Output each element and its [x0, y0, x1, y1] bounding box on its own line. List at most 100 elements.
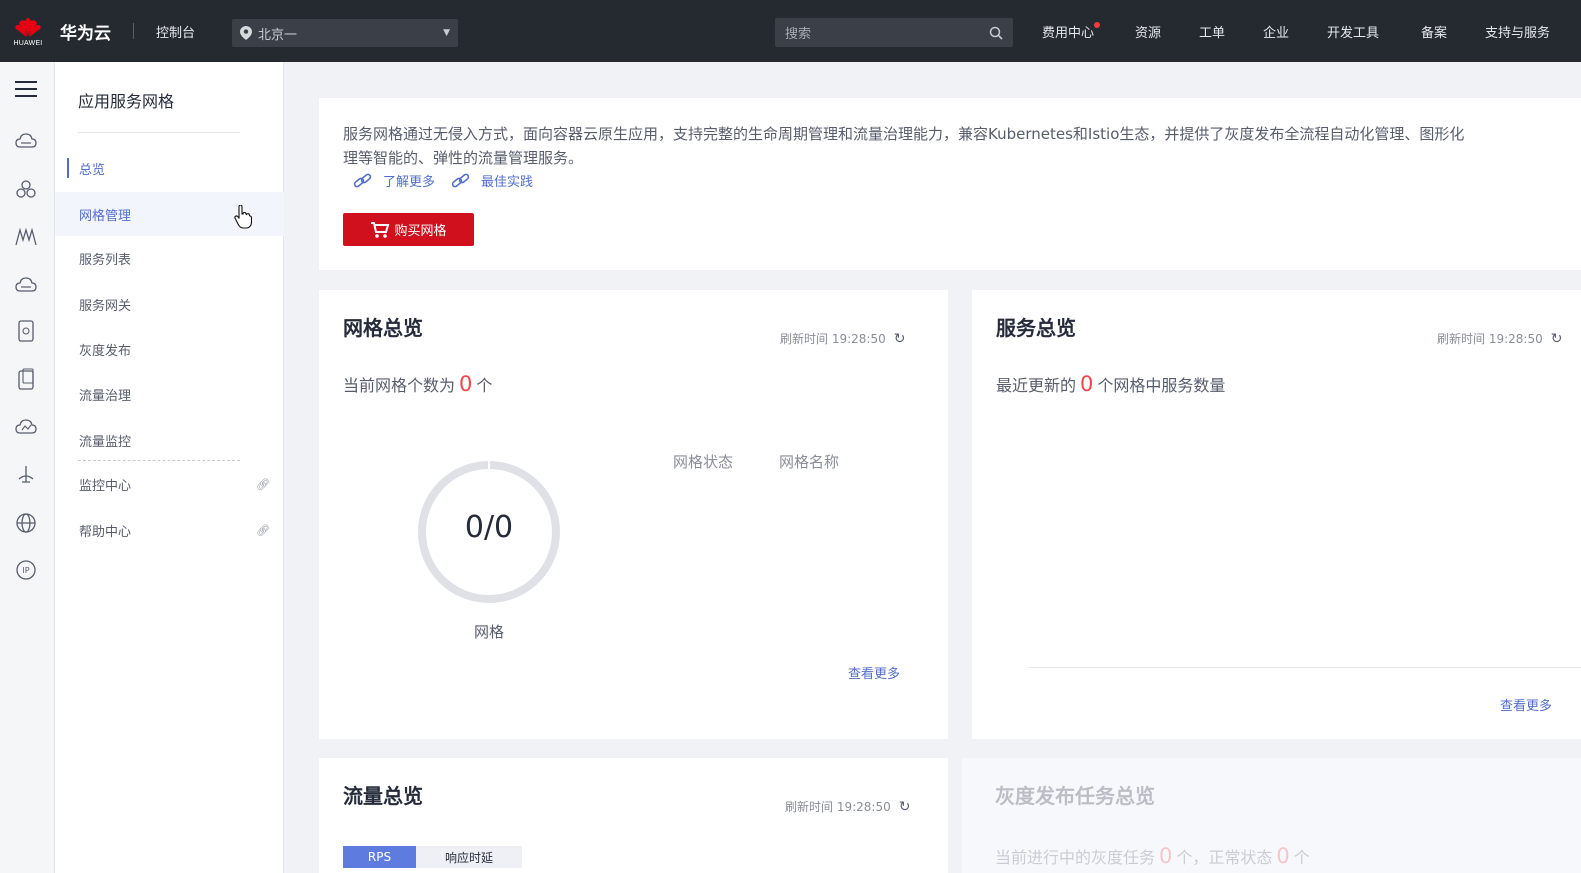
refresh-time: 刷新时间 19:28:50 [785, 800, 891, 814]
buy-mesh-label: 购买网格 [394, 224, 447, 239]
sidebar-item-label: 流量治理 [79, 388, 132, 404]
tab-latency[interactable]: 响应时延 [416, 846, 522, 868]
region-select[interactable]: 北京一 ▼ [232, 19, 458, 47]
refresh-icon[interactable]: ↻ [894, 331, 906, 347]
sidebar-item-service-list[interactable]: 服务列表 [55, 236, 284, 280]
donut-label: 网格 [473, 623, 504, 641]
menu-icon[interactable] [15, 78, 37, 100]
cloud-server-icon[interactable] [15, 130, 37, 152]
sidebar-item-label: 灰度发布 [79, 343, 132, 359]
gray-normal-suffix: 个 [1293, 848, 1310, 867]
sidebar-item-label: 监控中心 [79, 478, 132, 494]
notification-dot [1094, 22, 1101, 28]
huawei-logo[interactable]: HUAWEI [0, 0, 56, 62]
nav-tickets[interactable]: 工单 [1199, 0, 1225, 62]
service-overview-title: 服务总览 [996, 316, 1076, 340]
refresh-icon[interactable]: ↻ [1551, 331, 1563, 347]
console-link[interactable]: 控制台 [156, 22, 195, 41]
refresh-icon[interactable]: ↻ [899, 799, 911, 815]
service-icon-rail: IP [0, 62, 55, 873]
sidebar-item-label: 总览 [79, 162, 106, 178]
search-placeholder: 搜索 [785, 27, 812, 42]
gray-normal-count: 0 [1276, 844, 1290, 868]
microservice-icon[interactable] [15, 226, 37, 248]
mesh-refresh: 刷新时间 19:28:50 ↻ [780, 330, 905, 347]
region-value: 北京一 [258, 27, 298, 43]
buy-mesh-button[interactable]: 购买网格 [343, 213, 474, 246]
link-icon [451, 173, 470, 187]
divider [78, 132, 240, 133]
sidebar-item-traffic-governance[interactable]: 流量治理 [55, 372, 284, 416]
divider [133, 23, 134, 39]
nav-billing-label: 费用中心 [1042, 25, 1095, 41]
view-more-link[interactable]: 查看更多 [848, 663, 900, 682]
chart-baseline [1029, 667, 1581, 668]
sidebar-item-label: 流量监控 [79, 434, 132, 450]
deploy-icon[interactable] [15, 464, 37, 486]
intro-links: 了解更多 最佳实践 [353, 171, 549, 190]
learn-more-link[interactable]: 了解更多 [353, 171, 435, 190]
sidebar-title: 应用服务网格 [78, 92, 175, 111]
cart-icon [371, 221, 390, 238]
external-link-icon: 🔗︎ [256, 477, 270, 491]
search-input[interactable]: 搜索 [775, 18, 1013, 47]
container-icon[interactable] [15, 178, 37, 200]
sidebar-item-overview[interactable]: 总览 [55, 146, 284, 190]
sidebar-item-help-center[interactable]: 帮助中心 🔗︎ [55, 508, 284, 552]
donut-value: 0/0 [464, 510, 514, 545]
sidebar-item-service-gateway[interactable]: 服务网关 [55, 282, 284, 326]
gray-release-overview-card: 灰度发布任务总览 当前进行中的灰度任务 0 个，正常状态 0 个 [962, 758, 1581, 873]
best-practice-link[interactable]: 最佳实践 [451, 171, 533, 190]
nav-resources[interactable]: 资源 [1135, 0, 1161, 62]
sidebar-item-gray-release[interactable]: 灰度发布 [55, 327, 284, 371]
cloud-icon[interactable] [15, 274, 37, 296]
view-more-link[interactable]: 查看更多 [1500, 695, 1552, 714]
chevron-down-icon: ▼ [443, 28, 450, 38]
col-mesh-name: 网格名称 [779, 453, 840, 471]
nav-dev-tools[interactable]: 开发工具 [1327, 0, 1379, 62]
mesh-count-suffix: 个 [476, 376, 493, 395]
huawei-flower-icon [15, 18, 41, 37]
logo-word: HUAWEI [13, 40, 43, 47]
globe-icon[interactable] [15, 512, 37, 534]
traffic-tabs: RPS 响应时延 [343, 846, 522, 868]
nav-dev-tools-label: 开发工具 [1327, 25, 1380, 41]
ip-icon[interactable]: IP [15, 559, 37, 581]
sidebar-item-monitoring-center[interactable]: 监控中心 🔗︎ [55, 462, 284, 506]
mesh-overview-title: 网格总览 [343, 316, 423, 340]
nav-support[interactable]: 支持与服务 [1485, 0, 1550, 62]
sidebar-item-label: 网格管理 [79, 208, 132, 224]
divider [78, 460, 240, 461]
intro-line-2: 理等智能的、弹性的流量管理服务。 [343, 149, 584, 167]
service-overview-card: 服务总览 刷新时间 19:28:50 ↻ 最近更新的 0 个网格中服务数量 查看… [972, 290, 1581, 739]
sidebar-item-label: 服务列表 [79, 252, 132, 268]
traffic-refresh: 刷新时间 19:28:50 ↻ [785, 798, 910, 815]
refresh-time: 刷新时间 19:28:50 [1437, 332, 1543, 346]
hand-cursor-icon [234, 205, 252, 229]
nav-resources-label: 资源 [1135, 25, 1162, 41]
mesh-count-line: 当前网格个数为 0 个 [343, 372, 492, 396]
external-link-icon: 🔗︎ [256, 523, 270, 537]
database-icon[interactable] [15, 368, 37, 390]
brand-name[interactable]: 华为云 [60, 19, 111, 44]
cloud-network-icon[interactable] [15, 416, 37, 438]
search-icon[interactable] [989, 26, 1003, 40]
service-refresh: 刷新时间 19:28:50 ↻ [1437, 330, 1562, 347]
nav-filing-label: 备案 [1421, 25, 1448, 41]
nav-tickets-label: 工单 [1199, 25, 1226, 41]
nav-enterprise[interactable]: 企业 [1263, 0, 1289, 62]
service-count-prefix: 最近更新的 [996, 376, 1077, 395]
tab-rps[interactable]: RPS [343, 846, 416, 868]
sidebar-item-traffic-monitoring[interactable]: 流量监控 [55, 418, 284, 462]
service-count-suffix: 个网格中服务数量 [1097, 376, 1226, 395]
link-icon [353, 173, 372, 187]
gray-release-stats: 当前进行中的灰度任务 0 个，正常状态 0 个 [995, 844, 1310, 868]
gray-running-prefix: 当前进行中的灰度任务 [995, 848, 1156, 867]
best-practice-label: 最佳实践 [481, 175, 534, 190]
traffic-overview-title: 流量总览 [343, 784, 423, 808]
gray-running-mid: 个，正常状态 [1176, 848, 1273, 867]
nav-filing[interactable]: 备案 [1421, 0, 1447, 62]
nav-billing[interactable]: 费用中心 [1042, 0, 1101, 62]
storage-icon[interactable] [15, 320, 37, 342]
intro-line-1: 服务网格通过无侵入方式，面向容器云原生应用，支持完整的生命周期管理和流量治理能力… [343, 125, 1465, 143]
